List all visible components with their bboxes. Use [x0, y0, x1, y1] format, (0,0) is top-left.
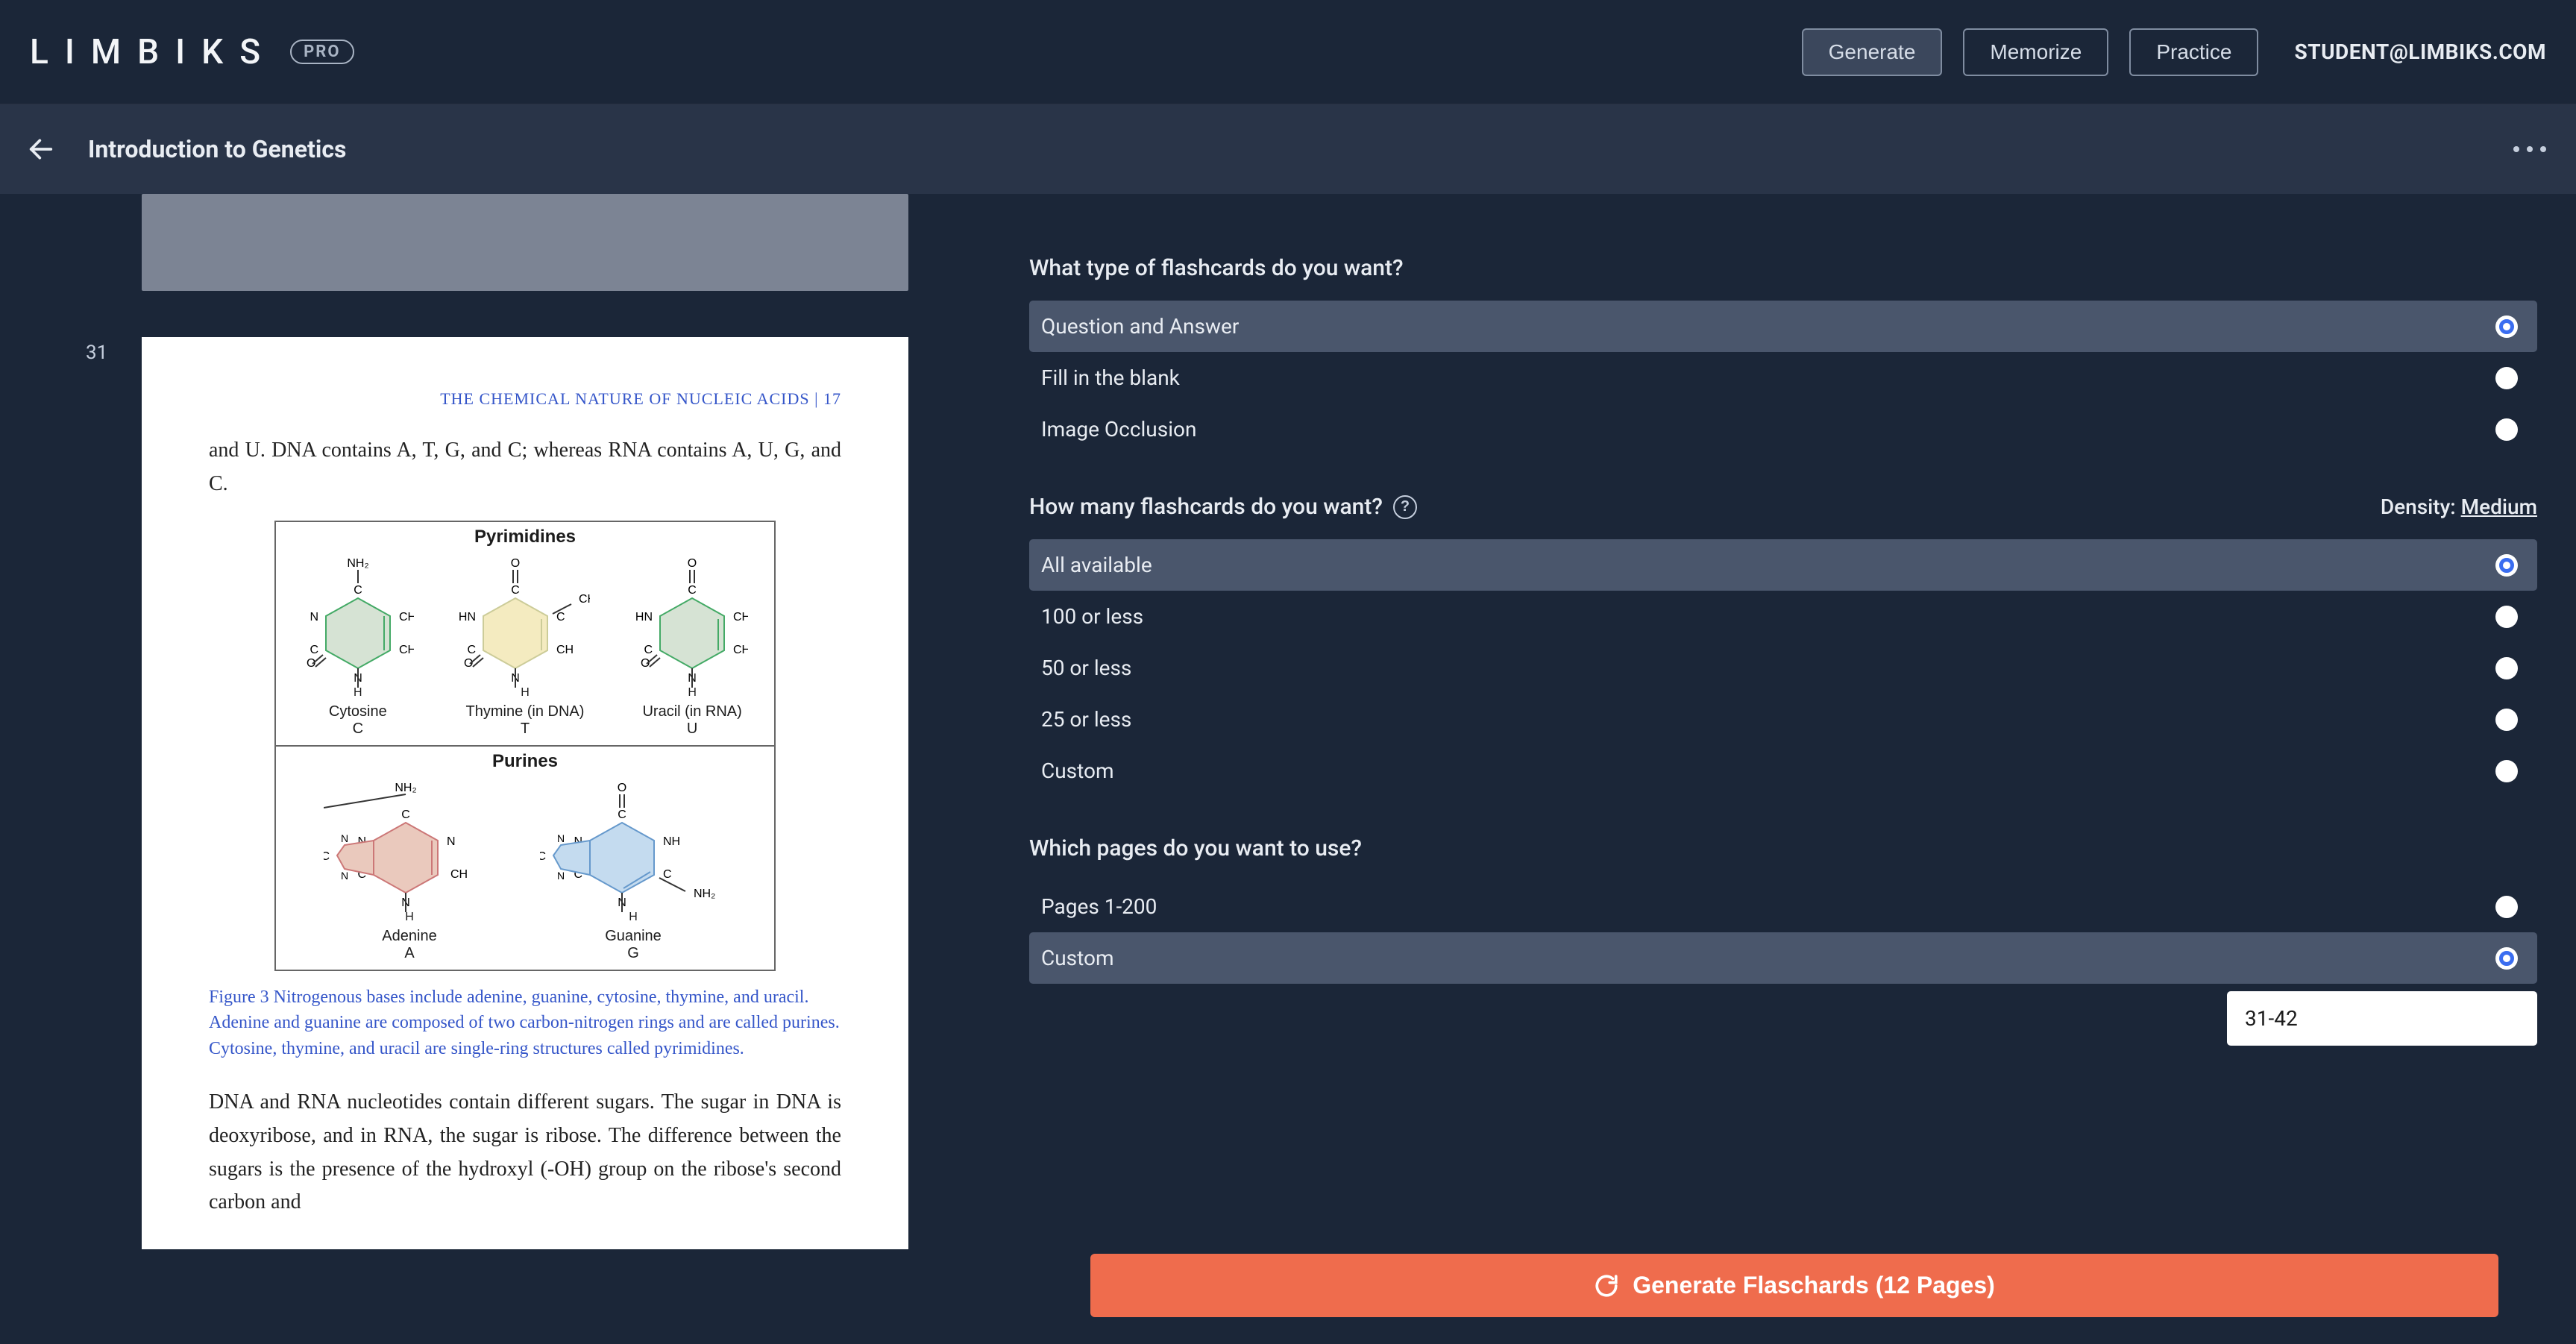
svg-text:O: O [464, 657, 473, 670]
svg-text:HN: HN [636, 611, 653, 624]
flashcard-type-heading: What type of flashcards do you want? [1029, 255, 2537, 281]
prev-page-stub [142, 194, 908, 291]
figure-caption: Figure 3 Nitrogenous bases include adeni… [209, 985, 841, 1062]
radio-icon [2495, 554, 2518, 577]
pages-options: Pages 1-200 Custom [1029, 881, 2537, 1046]
radio-icon [2495, 947, 2518, 970]
page-running-header: THE CHEMICAL NATURE OF NUCLEIC ACIDS | 1… [209, 389, 841, 409]
svg-text:O: O [307, 657, 315, 670]
option-pages-all[interactable]: Pages 1-200 [1029, 881, 2537, 932]
svg-text:C: C [644, 644, 653, 656]
svg-text:N: N [341, 870, 348, 882]
generate-flashcards-button[interactable]: Generate Flaschards (12 Pages) [1090, 1254, 2498, 1317]
density-setting: Density: Medium [2381, 494, 2537, 519]
option-100-or-less[interactable]: 100 or less [1029, 591, 2537, 642]
radio-icon [2495, 606, 2518, 628]
user-email[interactable]: STUDENT@LIMBIKS.COM [2294, 40, 2546, 64]
radio-icon [2495, 418, 2518, 441]
svg-text:HC: HC [540, 850, 546, 863]
flashcard-count-heading: How many flashcards do you want? ? Densi… [1029, 494, 2537, 520]
guanine-molecule: O C N NH C NH₂ C HC [540, 781, 726, 962]
svg-text:CH: CH [399, 644, 414, 656]
radio-icon [2495, 896, 2518, 918]
svg-text:HN: HN [459, 611, 476, 624]
svg-text:C: C [354, 584, 362, 597]
svg-text:N: N [310, 611, 318, 624]
uracil-molecule: O C HN CH CH C O [636, 556, 748, 738]
svg-text:NH₂: NH₂ [694, 888, 715, 900]
top-header: LIMBIKS PRO Generate Memorize Practice S… [0, 0, 2576, 104]
svg-text:C: C [556, 611, 565, 624]
brand-logo: LIMBIKS [30, 32, 277, 72]
page-number: 31 [86, 342, 107, 364]
refresh-icon [1594, 1273, 1619, 1299]
bases-diagram: Pyrimidines NH₂ C N CH CH C [274, 521, 776, 971]
svg-text:C: C [468, 644, 477, 656]
svg-text:C: C [512, 584, 521, 597]
flashcard-type-options: Question and Answer Fill in the blank Im… [1029, 301, 2537, 455]
memorize-nav-button[interactable]: Memorize [1963, 28, 2108, 76]
svg-text:NH₂: NH₂ [395, 782, 416, 794]
page-intro-text: and U. DNA contains A, T, G, and C; wher… [209, 434, 841, 501]
svg-text:NH₂: NH₂ [347, 557, 368, 570]
radio-icon [2495, 367, 2518, 389]
svg-text:C: C [688, 584, 697, 597]
svg-text:CH: CH [733, 644, 748, 656]
option-50-or-less[interactable]: 50 or less [1029, 642, 2537, 694]
svg-text:NH: NH [663, 835, 680, 848]
svg-text:C: C [663, 868, 672, 881]
adenine-molecule: NH₂ C N N CH C HC N N [324, 781, 495, 962]
radio-icon [2495, 657, 2518, 679]
generate-nav-button[interactable]: Generate [1802, 28, 1943, 76]
option-count-custom[interactable]: Custom [1029, 745, 2537, 797]
svg-text:N: N [341, 832, 348, 844]
option-pages-custom[interactable]: Custom [1029, 932, 2537, 984]
svg-text:N: N [557, 832, 565, 844]
document-page: THE CHEMICAL NATURE OF NUCLEIC ACIDS | 1… [142, 337, 908, 1249]
option-image-occlusion[interactable]: Image Occlusion [1029, 403, 2537, 455]
svg-text:CH: CH [399, 611, 414, 624]
pro-badge: PRO [290, 40, 354, 64]
radio-icon [2495, 315, 2518, 338]
svg-text:CH: CH [556, 644, 574, 656]
back-arrow-icon[interactable] [22, 131, 60, 168]
radio-icon [2495, 760, 2518, 782]
option-25-or-less[interactable]: 25 or less [1029, 694, 2537, 745]
svg-text:C: C [310, 644, 318, 656]
svg-text:O: O [618, 782, 626, 794]
page-title: Introduction to Genetics [88, 135, 346, 163]
svg-text:O: O [641, 657, 650, 670]
svg-text:O: O [511, 557, 520, 570]
option-fill-blank[interactable]: Fill in the blank [1029, 352, 2537, 403]
svg-text:N: N [557, 870, 565, 882]
radio-icon [2495, 709, 2518, 731]
svg-text:HC: HC [324, 850, 330, 863]
practice-nav-button[interactable]: Practice [2129, 28, 2258, 76]
svg-text:N: N [447, 835, 456, 848]
flashcard-count-options: All available 100 or less 50 or less 25 … [1029, 539, 2537, 797]
option-question-answer[interactable]: Question and Answer [1029, 301, 2537, 352]
pages-heading: Which pages do you want to use? [1029, 835, 2537, 861]
pyrimidines-title: Pyrimidines [276, 522, 774, 552]
generation-form: What type of flashcards do you want? Que… [1029, 194, 2576, 1344]
purines-title: Purines [276, 747, 774, 776]
option-all-available[interactable]: All available [1029, 539, 2537, 591]
svg-text:CH: CH [733, 611, 748, 624]
breadcrumb-bar: Introduction to Genetics [0, 104, 2576, 194]
svg-text:CH₃: CH₃ [579, 593, 590, 606]
document-preview-pane[interactable]: 31 THE CHEMICAL NATURE OF NUCLEIC ACIDS … [0, 194, 1029, 1344]
more-menu-icon[interactable] [2506, 139, 2554, 160]
thymine-molecule: O C HN C CH₃ CH C O [459, 556, 590, 738]
svg-text:C: C [401, 808, 410, 821]
svg-text:CH: CH [450, 868, 468, 881]
svg-text:C: C [618, 808, 626, 821]
help-icon[interactable]: ? [1393, 495, 1417, 519]
density-value[interactable]: Medium [2461, 494, 2537, 519]
svg-text:O: O [688, 557, 697, 570]
custom-pages-input[interactable] [2227, 991, 2537, 1046]
cytosine-molecule: NH₂ C N CH CH C O N [302, 556, 414, 738]
page-body-text: DNA and RNA nucleotides contain differen… [209, 1086, 841, 1219]
